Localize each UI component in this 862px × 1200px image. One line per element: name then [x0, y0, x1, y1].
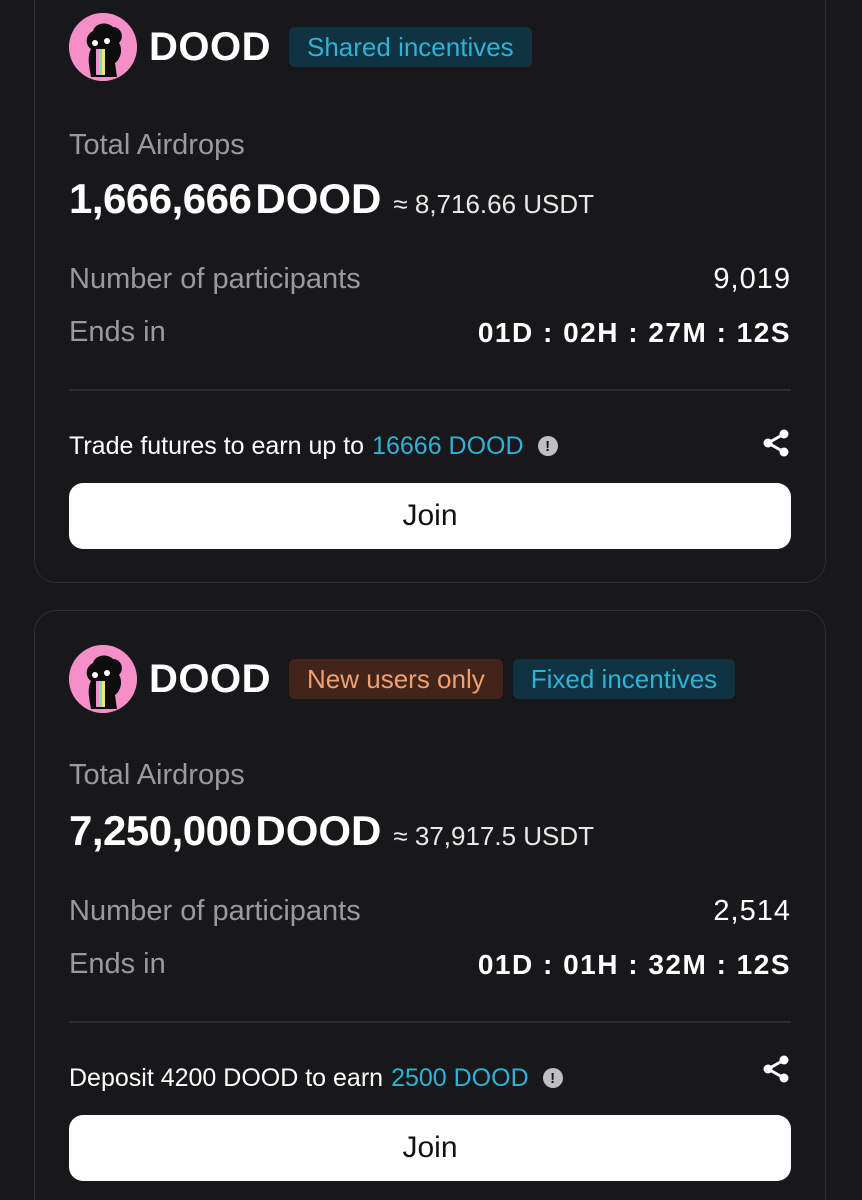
task-description: Deposit 4200 DOOD to earn — [69, 1063, 384, 1092]
task-row: Trade futures to earn up to 16666 DOOD ! — [69, 428, 791, 464]
join-button[interactable]: Join — [69, 483, 791, 549]
ends-in-label: Ends in — [69, 948, 166, 980]
incentive-badge: Fixed incentives — [512, 659, 736, 699]
share-icon[interactable] — [761, 428, 791, 458]
airdrop-unit: DOOD — [255, 807, 382, 854]
token-name: DOOD — [149, 656, 271, 701]
dood-avatar-icon — [69, 645, 137, 713]
join-button[interactable]: Join — [69, 1115, 791, 1181]
airdrop-amount: 7,250,000 — [69, 807, 252, 854]
token-avatar — [69, 13, 137, 81]
info-icon[interactable]: ! — [542, 1068, 563, 1088]
incentive-badge: Shared incentives — [289, 27, 532, 67]
task-row: Deposit 4200 DOOD to earn 2500 DOOD ! — [69, 1055, 791, 1096]
airdrop-card: DOOD New users only Fixed incentives Tot… — [34, 610, 826, 1200]
info-icon[interactable]: ! — [537, 436, 558, 456]
task-description: Trade futures to earn up to — [69, 431, 365, 460]
total-airdrops-amount: 1,666,666 DOOD ≈ 8,716.66 USDT — [69, 175, 594, 223]
participants-count: 2,514 — [713, 895, 791, 927]
task-reward: 2500 DOOD — [391, 1063, 529, 1092]
share-icon[interactable] — [761, 1054, 791, 1084]
card-header: DOOD Shared incentives — [69, 13, 791, 81]
countdown-timer: 01D : 02H : 27M : 12S — [477, 317, 791, 348]
divider — [69, 389, 791, 391]
total-airdrops-amount: 7,250,000 DOOD ≈ 37,917.5 USDT — [69, 807, 594, 855]
airdrop-list: DOOD Shared incentives Total Airdrops 1,… — [0, 0, 862, 1200]
airdrop-amount: 1,666,666 — [69, 175, 252, 222]
airdrop-unit: DOOD — [255, 175, 382, 222]
usdt-equivalent: ≈ 8,716.66 USDT — [393, 189, 595, 219]
token-name: DOOD — [149, 24, 271, 69]
divider — [69, 1021, 791, 1023]
total-airdrops-label: Total Airdrops — [69, 129, 245, 161]
total-airdrops-label: Total Airdrops — [69, 759, 245, 791]
ends-in-label: Ends in — [69, 316, 166, 348]
new-users-badge: New users only — [289, 659, 503, 699]
participants-label: Number of participants — [69, 895, 361, 927]
dood-avatar-icon — [69, 13, 137, 81]
task-reward: 16666 DOOD — [372, 431, 524, 460]
usdt-equivalent: ≈ 37,917.5 USDT — [393, 821, 595, 851]
countdown-timer: 01D : 01H : 32M : 12S — [477, 949, 791, 980]
token-avatar — [69, 645, 137, 713]
participants-count: 9,019 — [713, 263, 791, 295]
airdrop-card: DOOD Shared incentives Total Airdrops 1,… — [34, 0, 826, 583]
card-header: DOOD New users only Fixed incentives — [69, 645, 791, 713]
participants-label: Number of participants — [69, 263, 361, 295]
